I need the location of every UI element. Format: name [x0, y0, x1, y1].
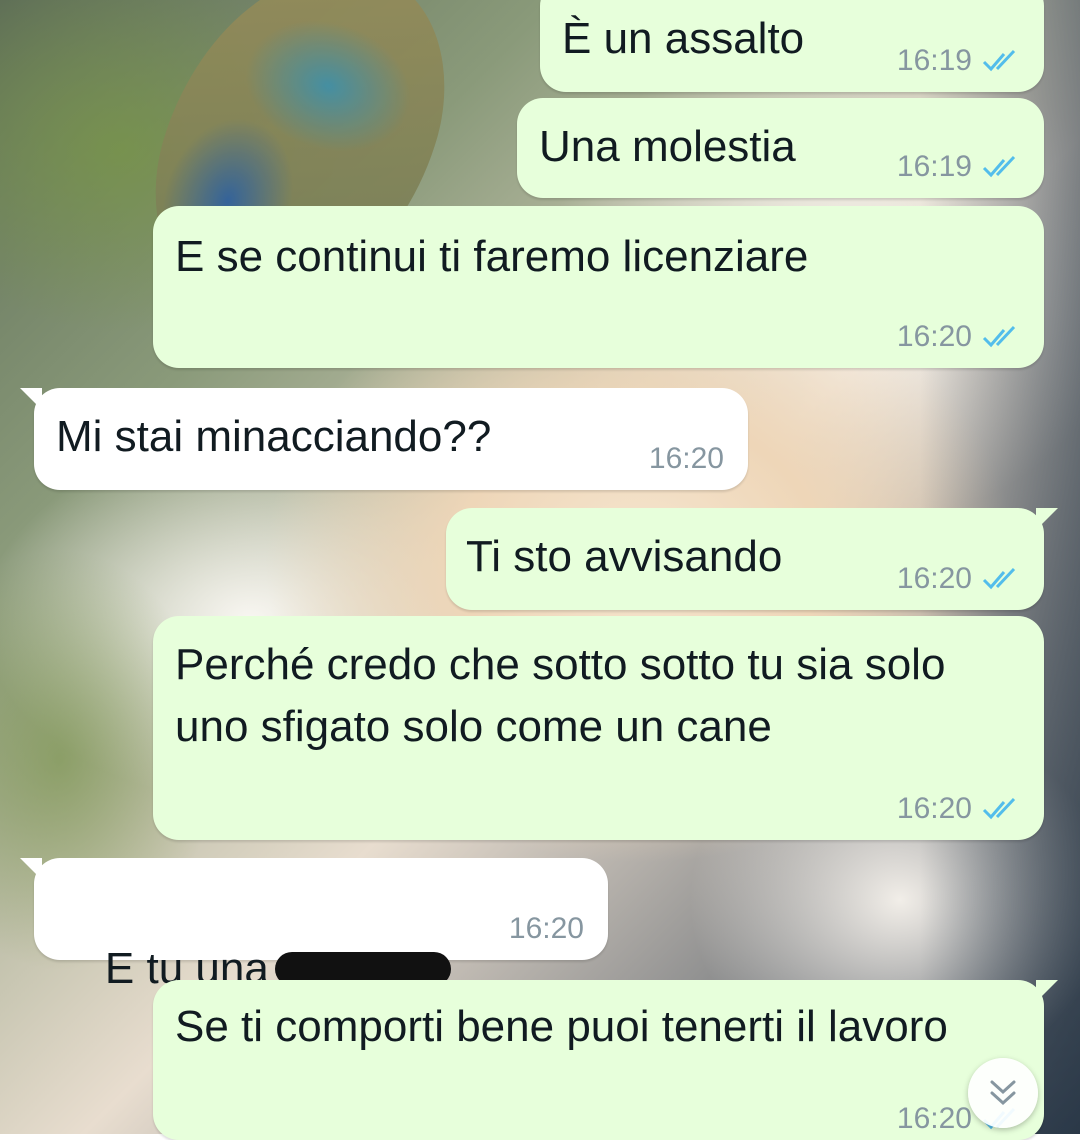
double-check-read-icon — [982, 567, 1016, 590]
message-text: Perché credo che sotto sotto tu sia solo… — [175, 640, 958, 751]
message-text: Una molestia — [539, 122, 796, 171]
message-meta: 16:19 — [897, 150, 1022, 184]
message-meta: 16:20 — [897, 792, 1022, 826]
message-bubble-incoming[interactable]: Mi stai minacciando?? 16:20 — [20, 388, 748, 490]
message-time: 16:20 — [648, 442, 724, 475]
message-text: È un assalto — [562, 14, 805, 63]
message-time: 16:19 — [896, 150, 972, 183]
message-text: Ti sto avvisando — [466, 532, 783, 581]
message-bubble-outgoing[interactable]: Perché credo che sotto sotto tu sia solo… — [153, 616, 1044, 840]
double-check-read-icon — [982, 325, 1016, 348]
message-meta: 16:20 — [897, 562, 1022, 596]
message-bubble-outgoing[interactable]: E se continui ti faremo licenziare 16:20 — [153, 206, 1044, 368]
message-time: 16:20 — [896, 792, 972, 825]
message-meta: 16:20 — [509, 912, 584, 946]
message-meta: 16:20 — [649, 442, 724, 476]
message-time: 16:20 — [508, 912, 584, 945]
double-check-read-icon — [982, 797, 1016, 820]
double-check-read-icon — [982, 49, 1016, 72]
message-text: E se continui ti faremo licenziare — [175, 232, 809, 281]
message-bubble-outgoing[interactable]: Se ti comporti bene puoi tenerti il lavo… — [153, 980, 1058, 1140]
chevron-double-down-icon — [990, 1080, 1016, 1106]
message-bubble-outgoing[interactable]: Ti sto avvisando 16:20 — [446, 508, 1058, 610]
message-meta: 16:20 — [897, 320, 1022, 354]
message-time: 16:19 — [896, 44, 972, 77]
message-time: 16:20 — [896, 320, 972, 353]
message-bubble-outgoing[interactable]: Una molestia 16:19 — [517, 98, 1044, 198]
message-text: Mi stai minacciando?? — [56, 412, 492, 461]
message-time: 16:20 — [896, 1102, 972, 1135]
double-check-read-icon — [982, 155, 1016, 178]
message-text: Se ti comporti bene puoi tenerti il lavo… — [175, 1002, 948, 1051]
message-meta: 16:19 — [897, 44, 1022, 78]
scroll-to-bottom-button[interactable] — [968, 1058, 1038, 1128]
message-bubble-incoming[interactable]: E tu una 16:20 — [20, 858, 608, 993]
message-bubble-outgoing[interactable]: È un assalto 16:19 — [540, 0, 1058, 92]
message-time: 16:20 — [896, 562, 972, 595]
